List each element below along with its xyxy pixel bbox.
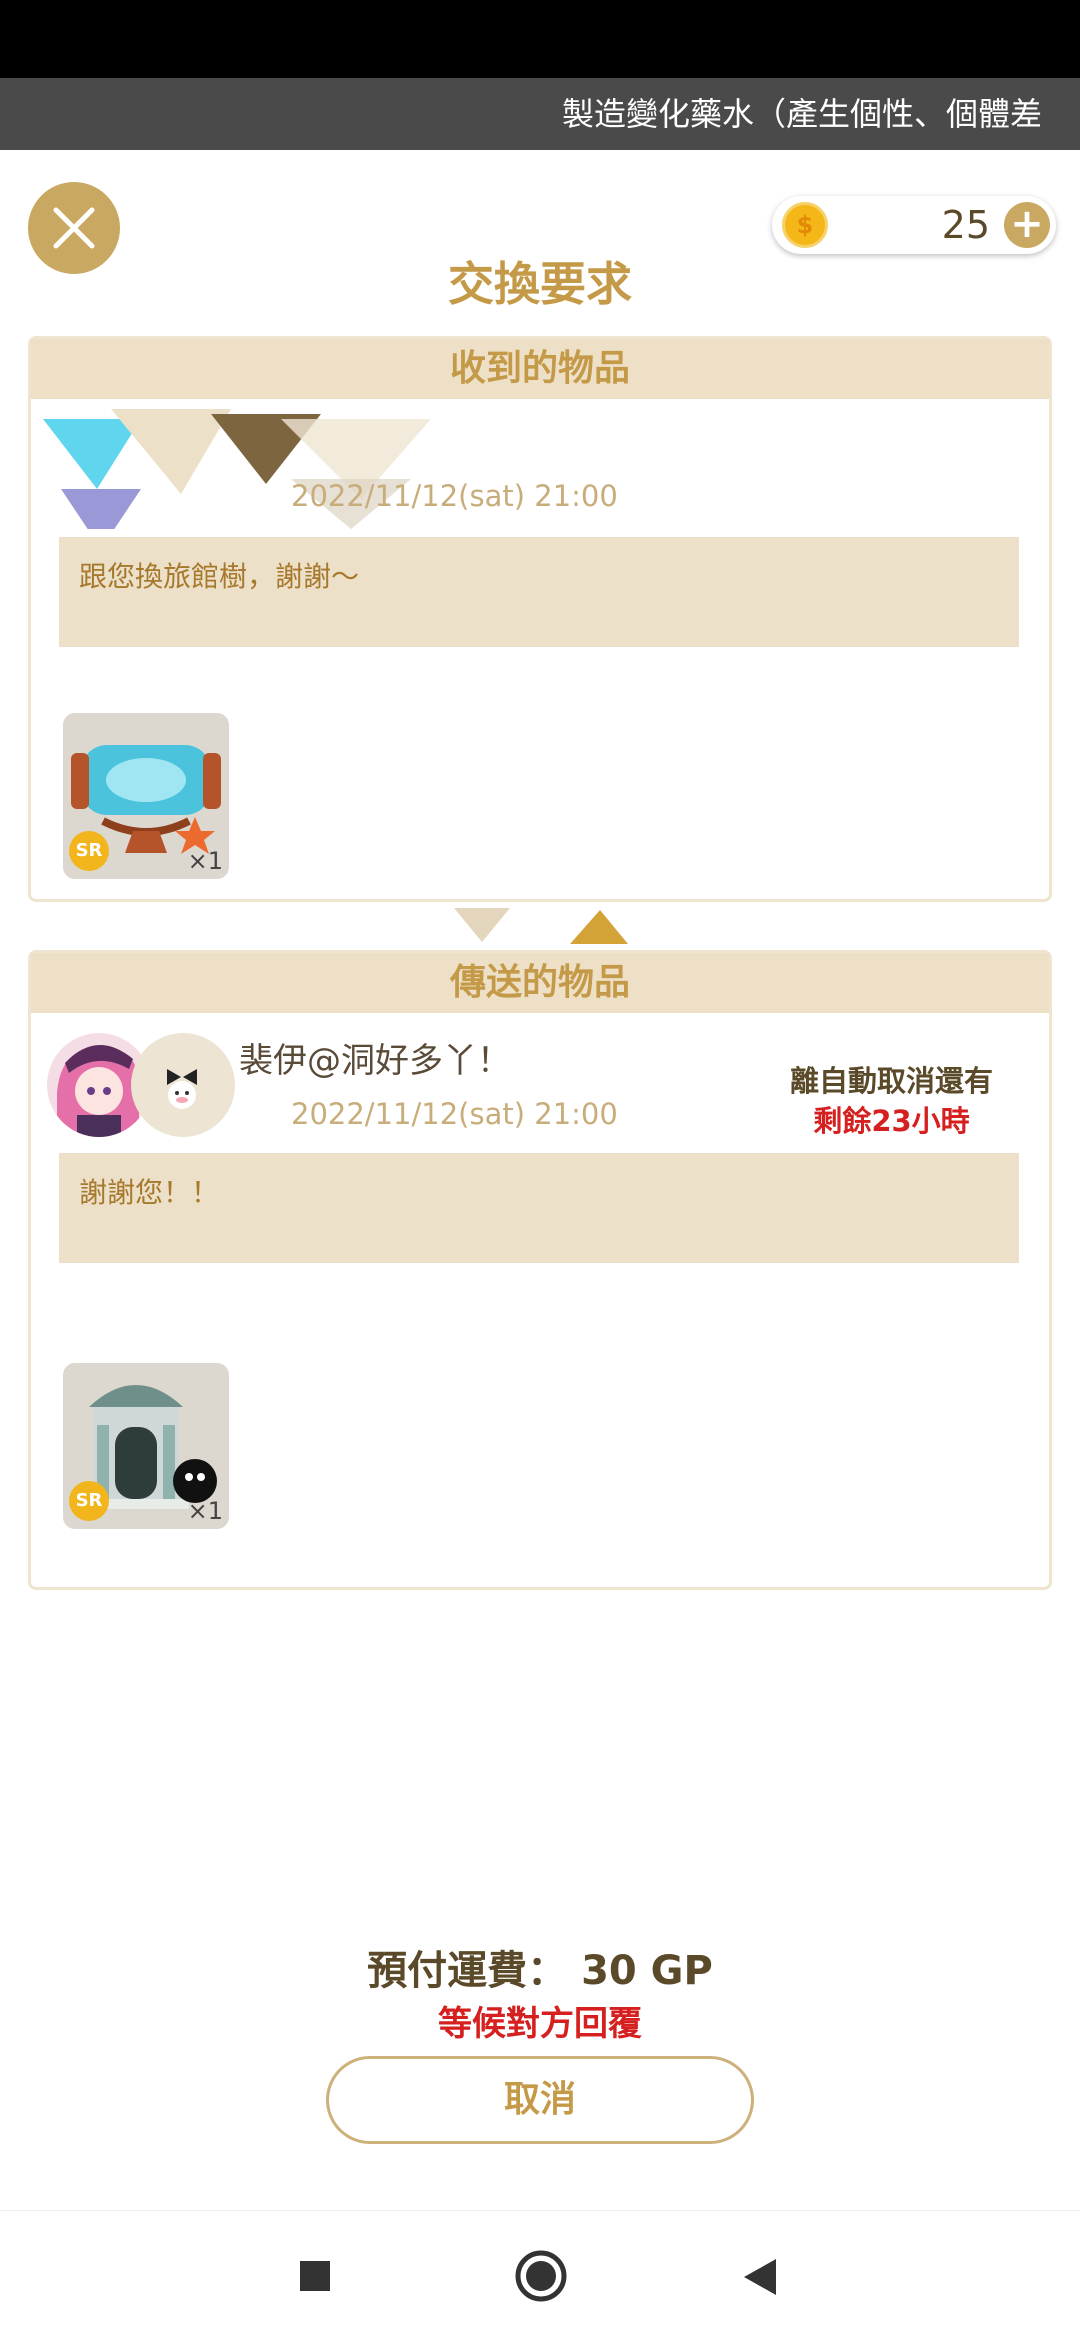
status-bar — [0, 0, 1080, 78]
fee-label: 預付運費： — [367, 1948, 568, 1994]
cancel-button[interactable]: 取消 — [326, 2056, 754, 2144]
remaining-time: 剩餘23小時 — [813, 1104, 970, 1138]
coin-icon: $ — [782, 202, 828, 248]
add-coins-button[interactable]: + — [1004, 202, 1050, 248]
status-text: 等候對方回覆 — [438, 2004, 642, 2044]
sent-message: 謝謝您！！ — [59, 1153, 1019, 1263]
shipping-fee: 預付運費： 30 GP — [0, 1938, 1080, 1996]
ticker-text: 製造變化藥水（產生個性、個體差 — [562, 95, 1043, 133]
sent-heading: 傳送的物品 — [31, 953, 1049, 1013]
news-ticker: 製造變化藥水（產生個性、個體差 — [0, 78, 1080, 150]
sent-item[interactable]: SR ×1 — [63, 1363, 229, 1529]
auto-cancel-notice: 離自動取消還有 剩餘23小時 — [790, 1061, 993, 1141]
auto-cancel-label: 離自動取消還有 — [789, 1064, 993, 1098]
coin-balance: $ 25 + — [772, 196, 1056, 254]
received-panel: 收到的物品 2022/11/12(sat) 21:00 跟您換旅館樹，謝謝～ S… — [28, 336, 1052, 902]
rarity-badge: SR — [69, 1481, 109, 1521]
home-icon[interactable] — [514, 2249, 568, 2303]
pet-avatar — [131, 1033, 235, 1137]
received-message: 跟您換旅館樹，謝謝～ — [59, 537, 1019, 647]
navigation-bar — [0, 2210, 1080, 2340]
received-heading: 收到的物品 — [31, 339, 1049, 399]
coin-count: 25 — [941, 203, 990, 247]
sender-name: 裴伊@洞好多丫！ — [239, 1041, 511, 1081]
sent-date: 2022/11/12(sat) 21:00 — [291, 1097, 618, 1131]
fee-value: 30 GP — [581, 1948, 713, 1994]
page-title: 交換要求 — [448, 257, 632, 311]
item-quantity: ×1 — [187, 1497, 223, 1525]
recent-apps-icon[interactable] — [298, 2259, 332, 2293]
close-icon — [53, 207, 95, 249]
received-date: 2022/11/12(sat) 21:00 — [291, 479, 618, 513]
rarity-badge: SR — [69, 831, 109, 871]
item-quantity: ×1 — [187, 847, 223, 875]
exchange-arrows-icon — [454, 908, 628, 944]
back-icon[interactable] — [742, 2257, 778, 2297]
sent-panel: 傳送的物品 裴伊@洞好多丫！ 2022/11/12(sat) 21:00 離自動… — [28, 950, 1052, 1590]
received-item[interactable]: SR ×1 — [63, 713, 229, 879]
